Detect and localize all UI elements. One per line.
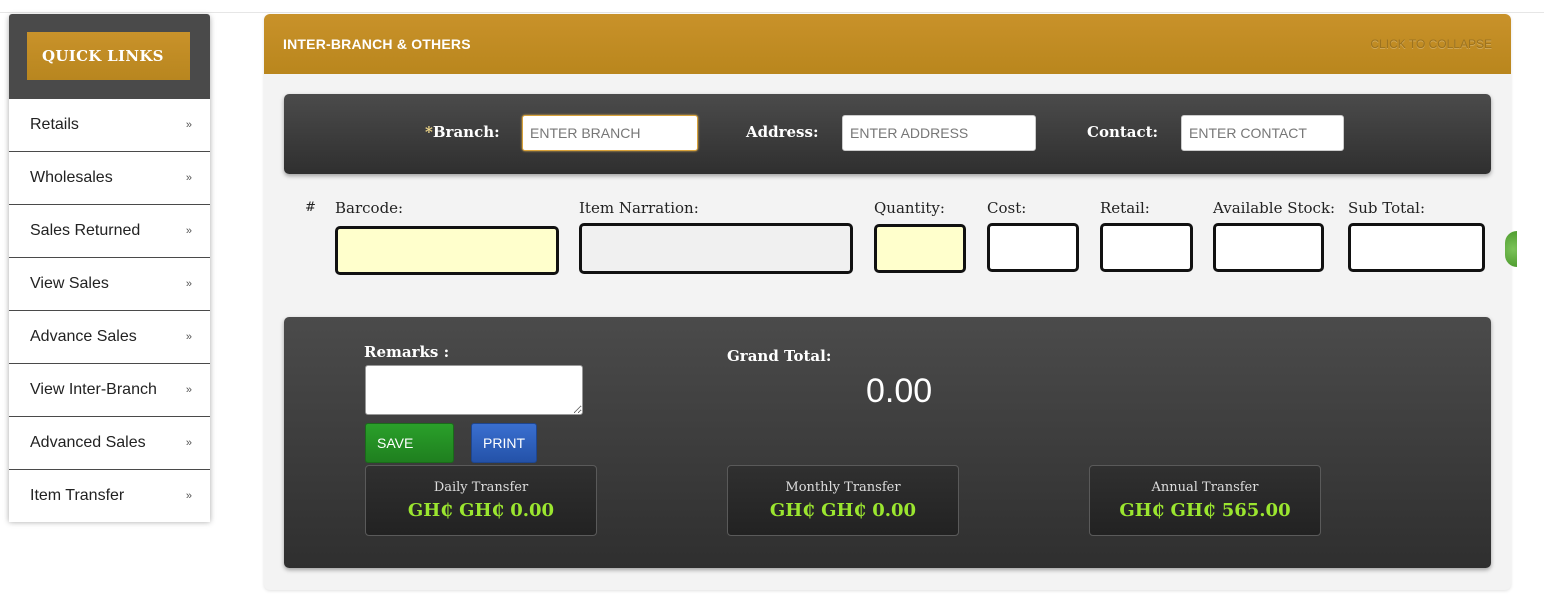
grand-total-label: Grand Total: xyxy=(727,347,832,365)
sidebar-item-label: Sales Returned xyxy=(30,222,141,239)
chevron-right-icon: » xyxy=(185,331,192,343)
sidebar-item-wholesales[interactable]: Wholesales » xyxy=(9,152,210,205)
quantity-input[interactable] xyxy=(874,224,966,273)
cost-input[interactable] xyxy=(987,223,1079,272)
sidebar-item-sales-returned[interactable]: Sales Returned » xyxy=(9,205,210,258)
branch-label: *Branch: xyxy=(425,123,500,141)
add-item-button[interactable] xyxy=(1505,231,1517,267)
annual-transfer-label: Annual Transfer xyxy=(1151,480,1259,495)
chevron-right-icon: » xyxy=(185,172,192,184)
available-stock-field xyxy=(1213,223,1324,272)
item-narration-field xyxy=(579,223,853,274)
daily-transfer-card: Daily Transfer GH₵ GH₵ 0.00 xyxy=(365,465,597,536)
sidebar-item-label: Retails xyxy=(30,116,79,133)
daily-transfer-label: Daily Transfer xyxy=(433,480,529,495)
barcode-label: Barcode: xyxy=(335,199,404,217)
grand-total-value: 0.00 xyxy=(866,372,933,410)
item-narration-label: Item Narration: xyxy=(579,199,699,217)
sidebar-header: QUICK LINKS xyxy=(9,14,210,99)
sidebar-item-view-inter-branch[interactable]: View Inter-Branch » xyxy=(9,364,210,417)
monthly-transfer-label: Monthly Transfer xyxy=(785,480,901,495)
sidebar-item-view-sales[interactable]: View Sales » xyxy=(9,258,210,311)
sidebar-item-item-transfer[interactable]: Item Transfer » xyxy=(9,470,210,522)
address-input[interactable] xyxy=(842,115,1036,151)
quick-links-button[interactable]: QUICK LINKS xyxy=(27,32,190,80)
sidebar-item-retails[interactable]: Retails » xyxy=(9,99,210,152)
chevron-right-icon: » xyxy=(185,119,192,131)
quick-links-sidebar: QUICK LINKS Retails » Wholesales » Sales… xyxy=(9,14,210,522)
sidebar-item-label: Advance Sales xyxy=(30,328,137,345)
row-number-label: # xyxy=(305,200,316,215)
branch-input[interactable] xyxy=(522,115,698,151)
annual-transfer-value: GH₵ GH₵ 565.00 xyxy=(1119,500,1291,521)
sidebar-item-label: Item Transfer xyxy=(30,487,125,504)
totals-box: Remarks : Grand Total: 0.00 SAVE PRINT D… xyxy=(284,317,1491,568)
sidebar-item-advanced-sales[interactable]: Advanced Sales » xyxy=(9,417,210,470)
remarks-label: Remarks : xyxy=(364,343,450,361)
address-label: Address: xyxy=(746,123,819,141)
contact-label: Contact: xyxy=(1087,123,1159,141)
branch-info-box: *Branch: Address: Contact: xyxy=(284,94,1491,174)
chevron-right-icon: » xyxy=(185,437,192,449)
sidebar-item-label: Wholesales xyxy=(30,169,113,186)
retail-label: Retail: xyxy=(1100,199,1150,217)
chevron-right-icon: » xyxy=(185,490,192,502)
remarks-textarea[interactable] xyxy=(365,365,583,415)
inter-branch-panel: INTER-BRANCH & OTHERS CLICK TO COLLAPSE … xyxy=(264,14,1517,590)
chevron-right-icon: » xyxy=(185,225,192,237)
retail-input[interactable] xyxy=(1100,223,1193,272)
print-button[interactable]: PRINT xyxy=(471,423,537,463)
required-mark: * xyxy=(425,123,433,141)
barcode-input[interactable] xyxy=(335,226,559,275)
sidebar-item-label: View Inter-Branch xyxy=(30,381,157,398)
available-stock-label: Available Stock: xyxy=(1213,199,1336,217)
collapse-toggle[interactable]: CLICK TO COLLAPSE xyxy=(1370,37,1492,51)
sidebar-item-advance-sales[interactable]: Advance Sales » xyxy=(9,311,210,364)
chevron-right-icon: » xyxy=(185,278,192,290)
sidebar-item-label: View Sales xyxy=(30,275,109,292)
quantity-label: Quantity: xyxy=(874,199,945,217)
monthly-transfer-card: Monthly Transfer GH₵ GH₵ 0.00 xyxy=(727,465,959,536)
contact-input[interactable] xyxy=(1181,115,1344,151)
save-button[interactable]: SAVE xyxy=(365,423,454,463)
top-divider xyxy=(0,12,1544,13)
sub-total-field xyxy=(1348,223,1485,272)
chevron-right-icon: » xyxy=(185,384,192,396)
cost-label: Cost: xyxy=(987,199,1027,217)
sidebar-item-label: Advanced Sales xyxy=(30,434,146,451)
annual-transfer-card: Annual Transfer GH₵ GH₵ 565.00 xyxy=(1089,465,1321,536)
monthly-transfer-value: GH₵ GH₵ 0.00 xyxy=(769,500,917,521)
panel-header: INTER-BRANCH & OTHERS CLICK TO COLLAPSE xyxy=(264,14,1511,74)
sub-total-label: Sub Total: xyxy=(1348,199,1425,217)
panel-title: INTER-BRANCH & OTHERS xyxy=(283,36,471,52)
daily-transfer-value: GH₵ GH₵ 0.00 xyxy=(407,500,555,521)
branch-label-text: Branch: xyxy=(432,123,500,141)
